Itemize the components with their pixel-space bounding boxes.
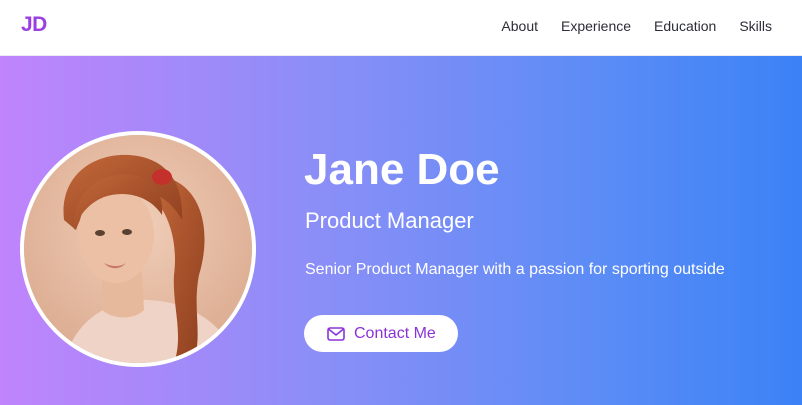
nav-link-skills[interactable]: Skills: [739, 18, 772, 34]
nav-link-about[interactable]: About: [501, 18, 538, 34]
profile-role: Product Manager: [305, 208, 474, 233]
profile-photo-icon: [24, 135, 252, 363]
hero-section: Jane Doe Product Manager Senior Product …: [0, 56, 802, 405]
contact-me-button[interactable]: Contact Me: [304, 315, 458, 352]
contact-me-label: Contact Me: [354, 324, 436, 342]
nav-link-experience[interactable]: Experience: [561, 18, 631, 34]
nav-links: About Experience Education Skills: [501, 18, 772, 34]
nav-link-education[interactable]: Education: [654, 18, 716, 34]
profile-avatar: [20, 131, 256, 367]
mail-icon: [327, 326, 345, 341]
profile-bio: Senior Product Manager with a passion fo…: [305, 261, 725, 278]
top-navbar: JD About Experience Education Skills: [0, 0, 802, 56]
profile-name: Jane Doe: [304, 145, 500, 194]
logo[interactable]: JD: [21, 13, 47, 37]
